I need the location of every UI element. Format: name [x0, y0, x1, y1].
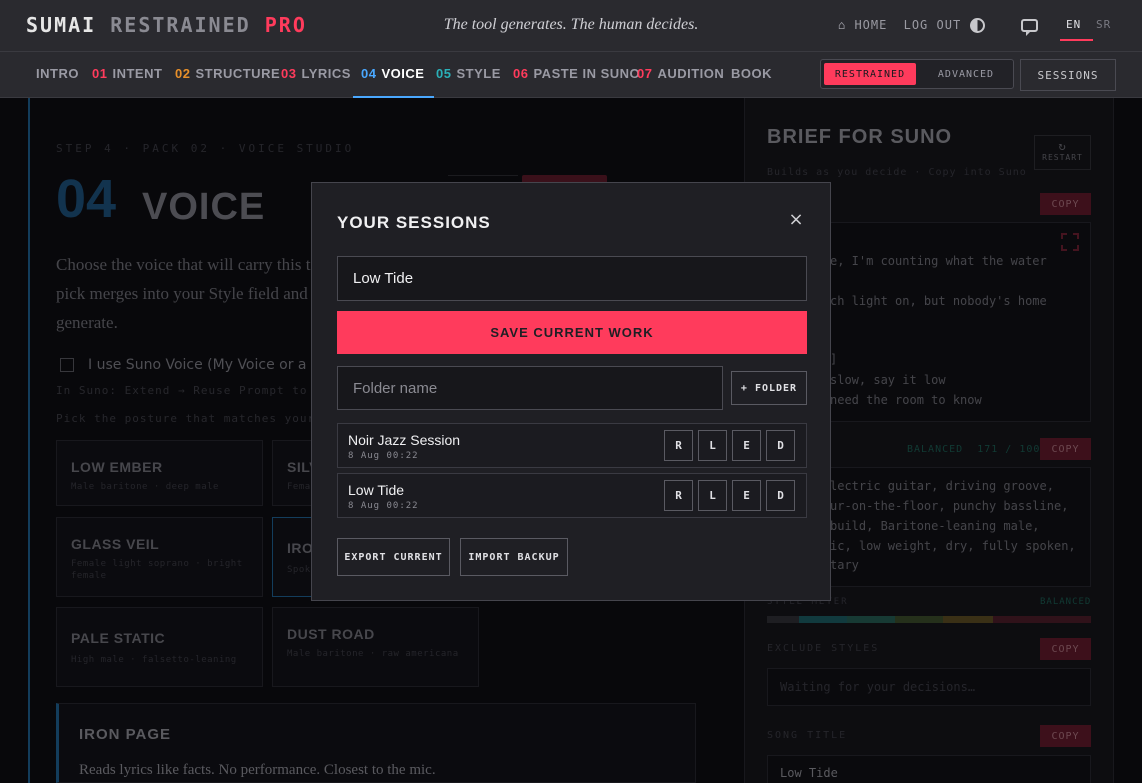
brand-logo[interactable]: SUMAI RESTRAINED PRO	[26, 13, 307, 37]
tab-intent[interactable]: 01 INTENT	[92, 66, 162, 81]
tab-label: INTENT	[112, 66, 163, 81]
tab-intro[interactable]: INTRO	[36, 66, 79, 81]
tab-num: 01	[92, 66, 108, 81]
tab-num: 05	[436, 66, 452, 81]
session-date: 8 Aug 00:22	[348, 501, 419, 511]
tab-label: STRUCTURE	[195, 66, 281, 81]
lang-en[interactable]: EN	[1059, 18, 1094, 41]
brand-part-1: SUMAI	[26, 13, 97, 37]
tab-voice[interactable]: 04 VOICE	[352, 66, 435, 98]
sessions-button[interactable]: SESSIONS	[1020, 59, 1116, 91]
close-icon[interactable]: ×	[788, 211, 804, 229]
chat-icon[interactable]	[1021, 19, 1038, 36]
tab-label: LYRICS	[301, 66, 351, 81]
tab-structure[interactable]: 02 STRUCTURE	[175, 66, 280, 81]
tab-label: STYLE	[456, 66, 501, 81]
session-load-button[interactable]: L	[698, 480, 727, 511]
session-name-input[interactable]	[337, 256, 807, 301]
session-rename-button[interactable]: R	[664, 480, 693, 511]
folder-name-input[interactable]	[337, 366, 723, 410]
brand-part-3: PRO	[264, 13, 307, 37]
tab-label: AUDITION	[657, 66, 725, 81]
tab-num: 07	[637, 66, 653, 81]
session-name: Low Tide	[348, 482, 405, 498]
import-backup-button[interactable]: IMPORT BACKUP	[460, 538, 568, 576]
tab-num: 06	[513, 66, 529, 81]
mode-toggle: RESTRAINED ADVANCED	[820, 59, 1014, 89]
tab-num: 04	[361, 66, 377, 81]
tab-num: 03	[281, 66, 297, 81]
session-row[interactable]: Noir Jazz Session 8 Aug 00:22 R L E D	[337, 423, 807, 468]
session-name: Noir Jazz Session	[348, 432, 461, 448]
header-links: ⌂ HOME LOG OUT	[838, 18, 969, 32]
session-date: 8 Aug 00:22	[348, 451, 419, 461]
tab-paste-in-suno[interactable]: 06 PASTE IN SUNO	[513, 66, 640, 81]
session-export-button[interactable]: E	[732, 480, 761, 511]
session-export-button[interactable]: E	[732, 430, 761, 461]
session-rename-button[interactable]: R	[664, 430, 693, 461]
session-delete-button[interactable]: D	[766, 430, 795, 461]
step-nav: INTRO 01 INTENT 02 STRUCTURE 03 LYRICS 04 VO…	[0, 52, 1142, 98]
session-row[interactable]: Low Tide 8 Aug 00:22 R L E D	[337, 473, 807, 518]
tab-label: BOOK	[731, 66, 772, 81]
lang-sr[interactable]: SR	[1096, 18, 1111, 31]
contrast-toggle-icon[interactable]	[970, 18, 985, 33]
brand-part-2: RESTRAINED	[110, 13, 251, 37]
tab-book[interactable]: BOOK	[731, 66, 772, 81]
add-folder-button[interactable]: + FOLDER	[731, 371, 807, 405]
tab-num: 02	[175, 66, 191, 81]
logout-link[interactable]: LOG OUT	[904, 18, 962, 32]
session-load-button[interactable]: L	[698, 430, 727, 461]
modal-title: YOUR SESSIONS	[337, 213, 491, 232]
tab-style[interactable]: 05 STYLE	[436, 66, 501, 81]
top-header: SUMAI RESTRAINED PRO The tool generates.…	[0, 0, 1142, 52]
save-current-work-button[interactable]: SAVE CURRENT WORK	[337, 311, 807, 354]
tab-lyrics[interactable]: 03 LYRICS	[281, 66, 351, 81]
mode-advanced-button[interactable]: ADVANCED	[921, 63, 1011, 85]
mode-restrained-button[interactable]: RESTRAINED	[824, 63, 916, 85]
tab-label: PASTE IN SUNO	[533, 66, 641, 81]
sessions-modal: YOUR SESSIONS × SAVE CURRENT WORK + FOLD…	[311, 182, 831, 601]
tab-label: VOICE	[381, 66, 425, 81]
session-delete-button[interactable]: D	[766, 480, 795, 511]
home-link[interactable]: ⌂ HOME	[838, 18, 887, 32]
export-current-button[interactable]: EXPORT CURRENT	[337, 538, 450, 576]
tab-label: INTRO	[36, 66, 79, 81]
tab-audition[interactable]: 07 AUDITION	[637, 66, 724, 81]
